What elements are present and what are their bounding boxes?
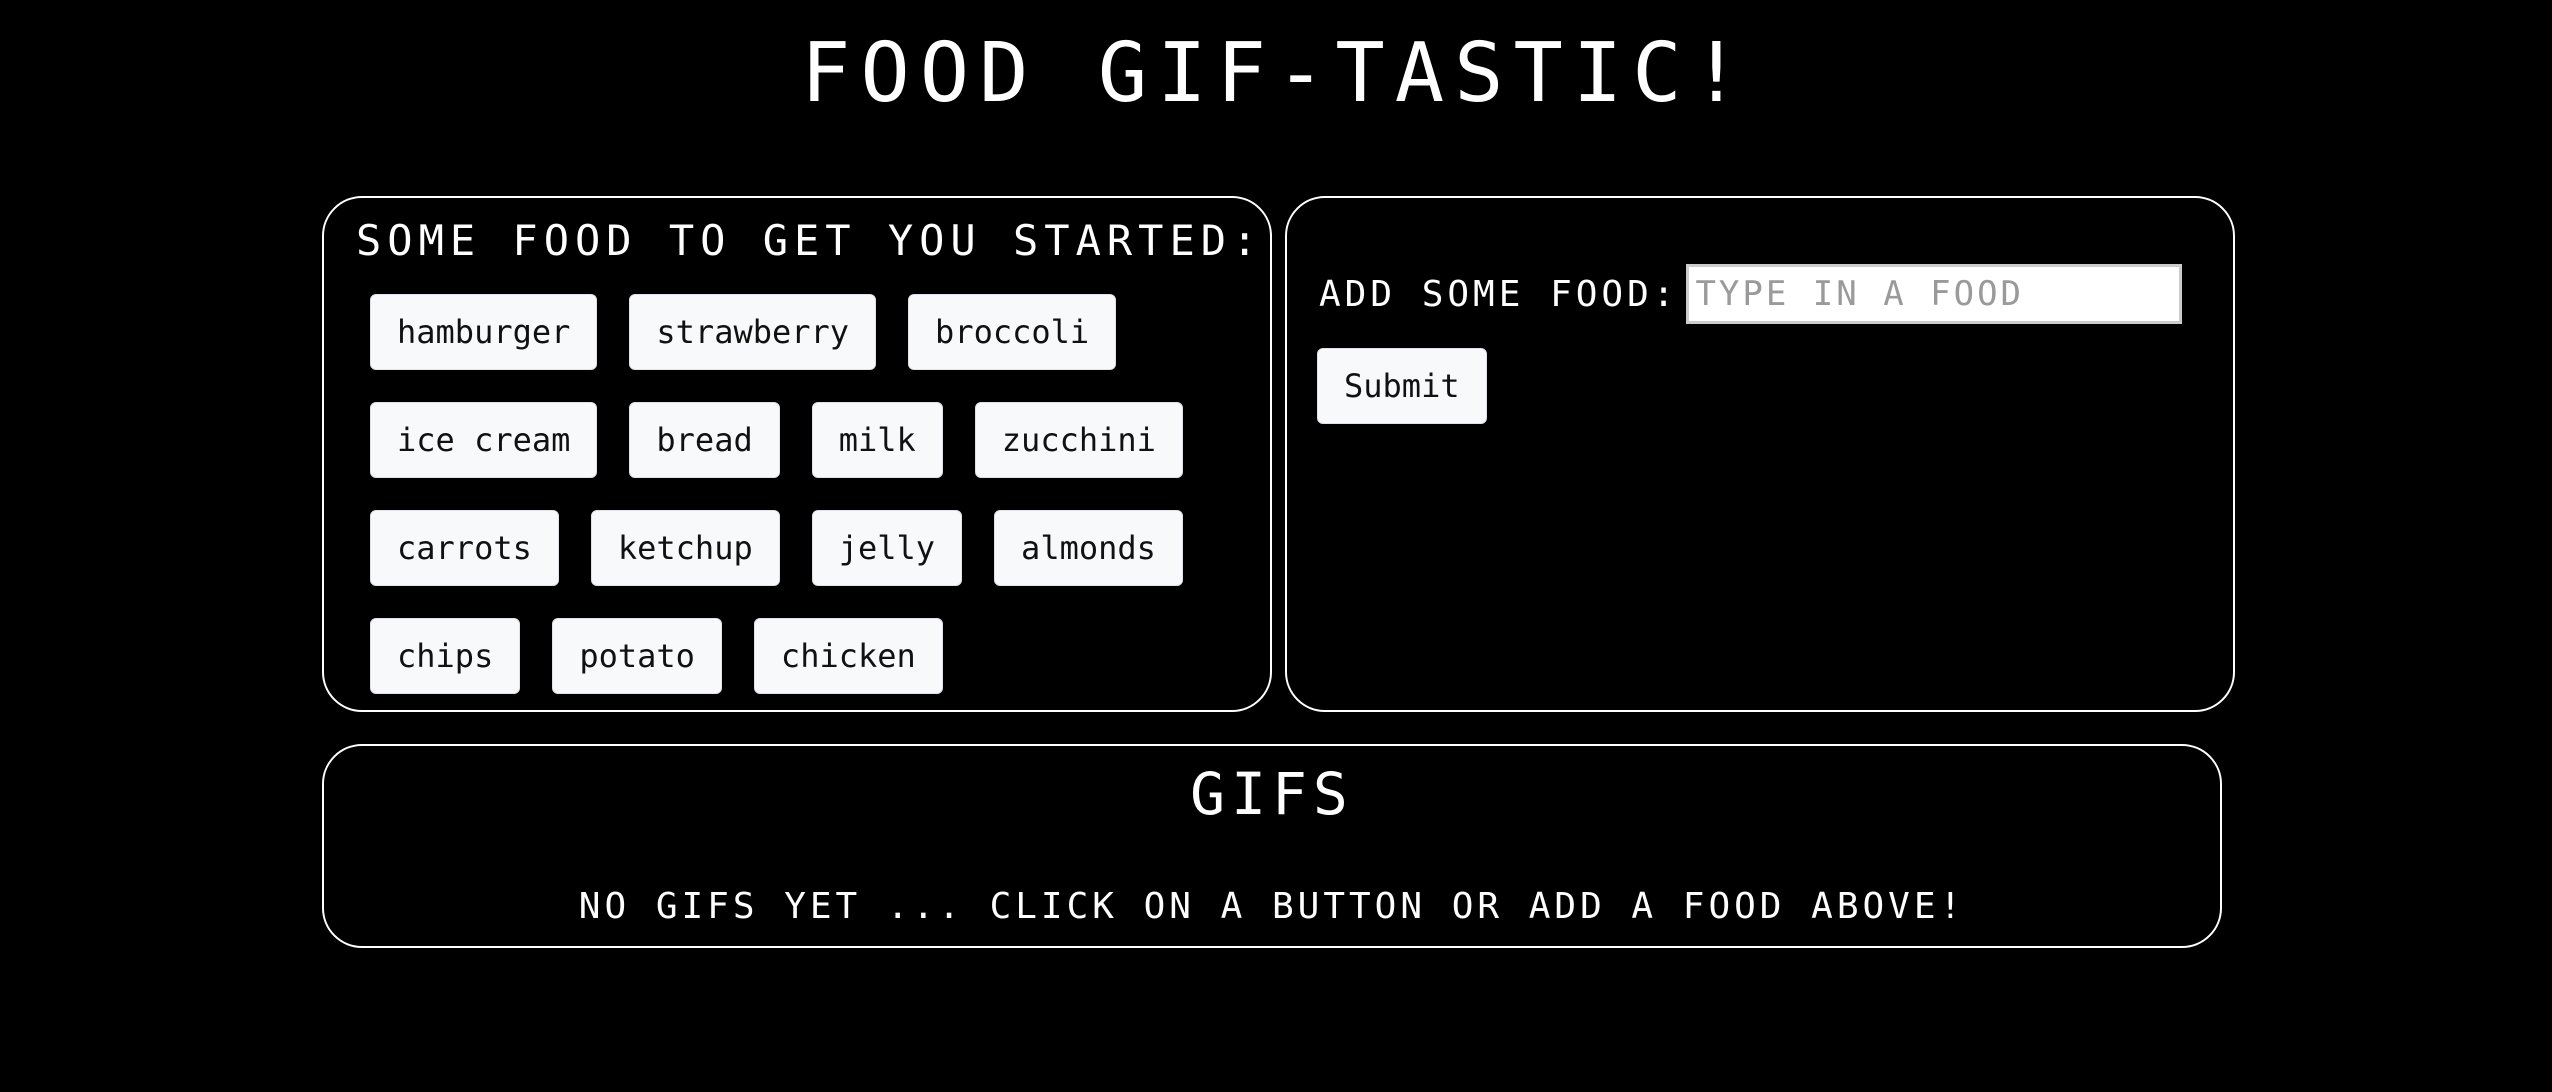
food-button-row: chips potato chicken	[370, 618, 1250, 694]
food-button-row: hamburger strawberry broccoli	[370, 294, 1250, 370]
food-button-ice-cream[interactable]: ice cream	[370, 402, 598, 478]
food-button-ketchup[interactable]: ketchup	[590, 510, 780, 586]
starter-foods-panel: Some food to get you started: hamburger …	[322, 196, 1272, 712]
food-button-potato[interactable]: potato	[552, 618, 722, 694]
food-button-chips[interactable]: chips	[370, 618, 521, 694]
submit-button[interactable]: Submit	[1317, 348, 1487, 424]
food-button-row: carrots ketchup jelly almonds	[370, 510, 1250, 586]
food-button-grid: hamburger strawberry broccoli ice cream …	[370, 294, 1250, 726]
food-input[interactable]	[1686, 264, 2183, 324]
food-button-row: ice cream bread milk zucchini	[370, 402, 1250, 478]
food-button-chicken[interactable]: chicken	[753, 618, 943, 694]
add-food-label: Add some food:	[1319, 273, 1679, 315]
add-food-panel: Add some food: Submit	[1285, 196, 2235, 712]
food-button-almonds[interactable]: almonds	[994, 510, 1183, 586]
food-button-carrots[interactable]: carrots	[370, 510, 559, 586]
food-button-zucchini[interactable]: zucchini	[974, 402, 1183, 478]
food-button-broccoli[interactable]: broccoli	[908, 294, 1117, 370]
food-button-milk[interactable]: milk	[811, 402, 943, 478]
gifs-heading: GIFs	[1190, 760, 1354, 828]
add-food-row: Add some food:	[1319, 264, 2183, 324]
gifs-empty-message: No GIFs yet ... click on a button or add…	[578, 886, 1966, 927]
starter-foods-heading: Some food to get you started:	[356, 216, 1264, 265]
food-button-hamburger[interactable]: hamburger	[370, 294, 598, 370]
food-button-strawberry[interactable]: strawberry	[629, 294, 877, 370]
food-button-jelly[interactable]: jelly	[811, 510, 963, 586]
gifs-panel: GIFs No GIFs yet ... click on a button o…	[322, 744, 2222, 948]
page-title: Food GIF-tastic!	[801, 26, 1751, 121]
food-button-bread[interactable]: bread	[629, 402, 780, 478]
